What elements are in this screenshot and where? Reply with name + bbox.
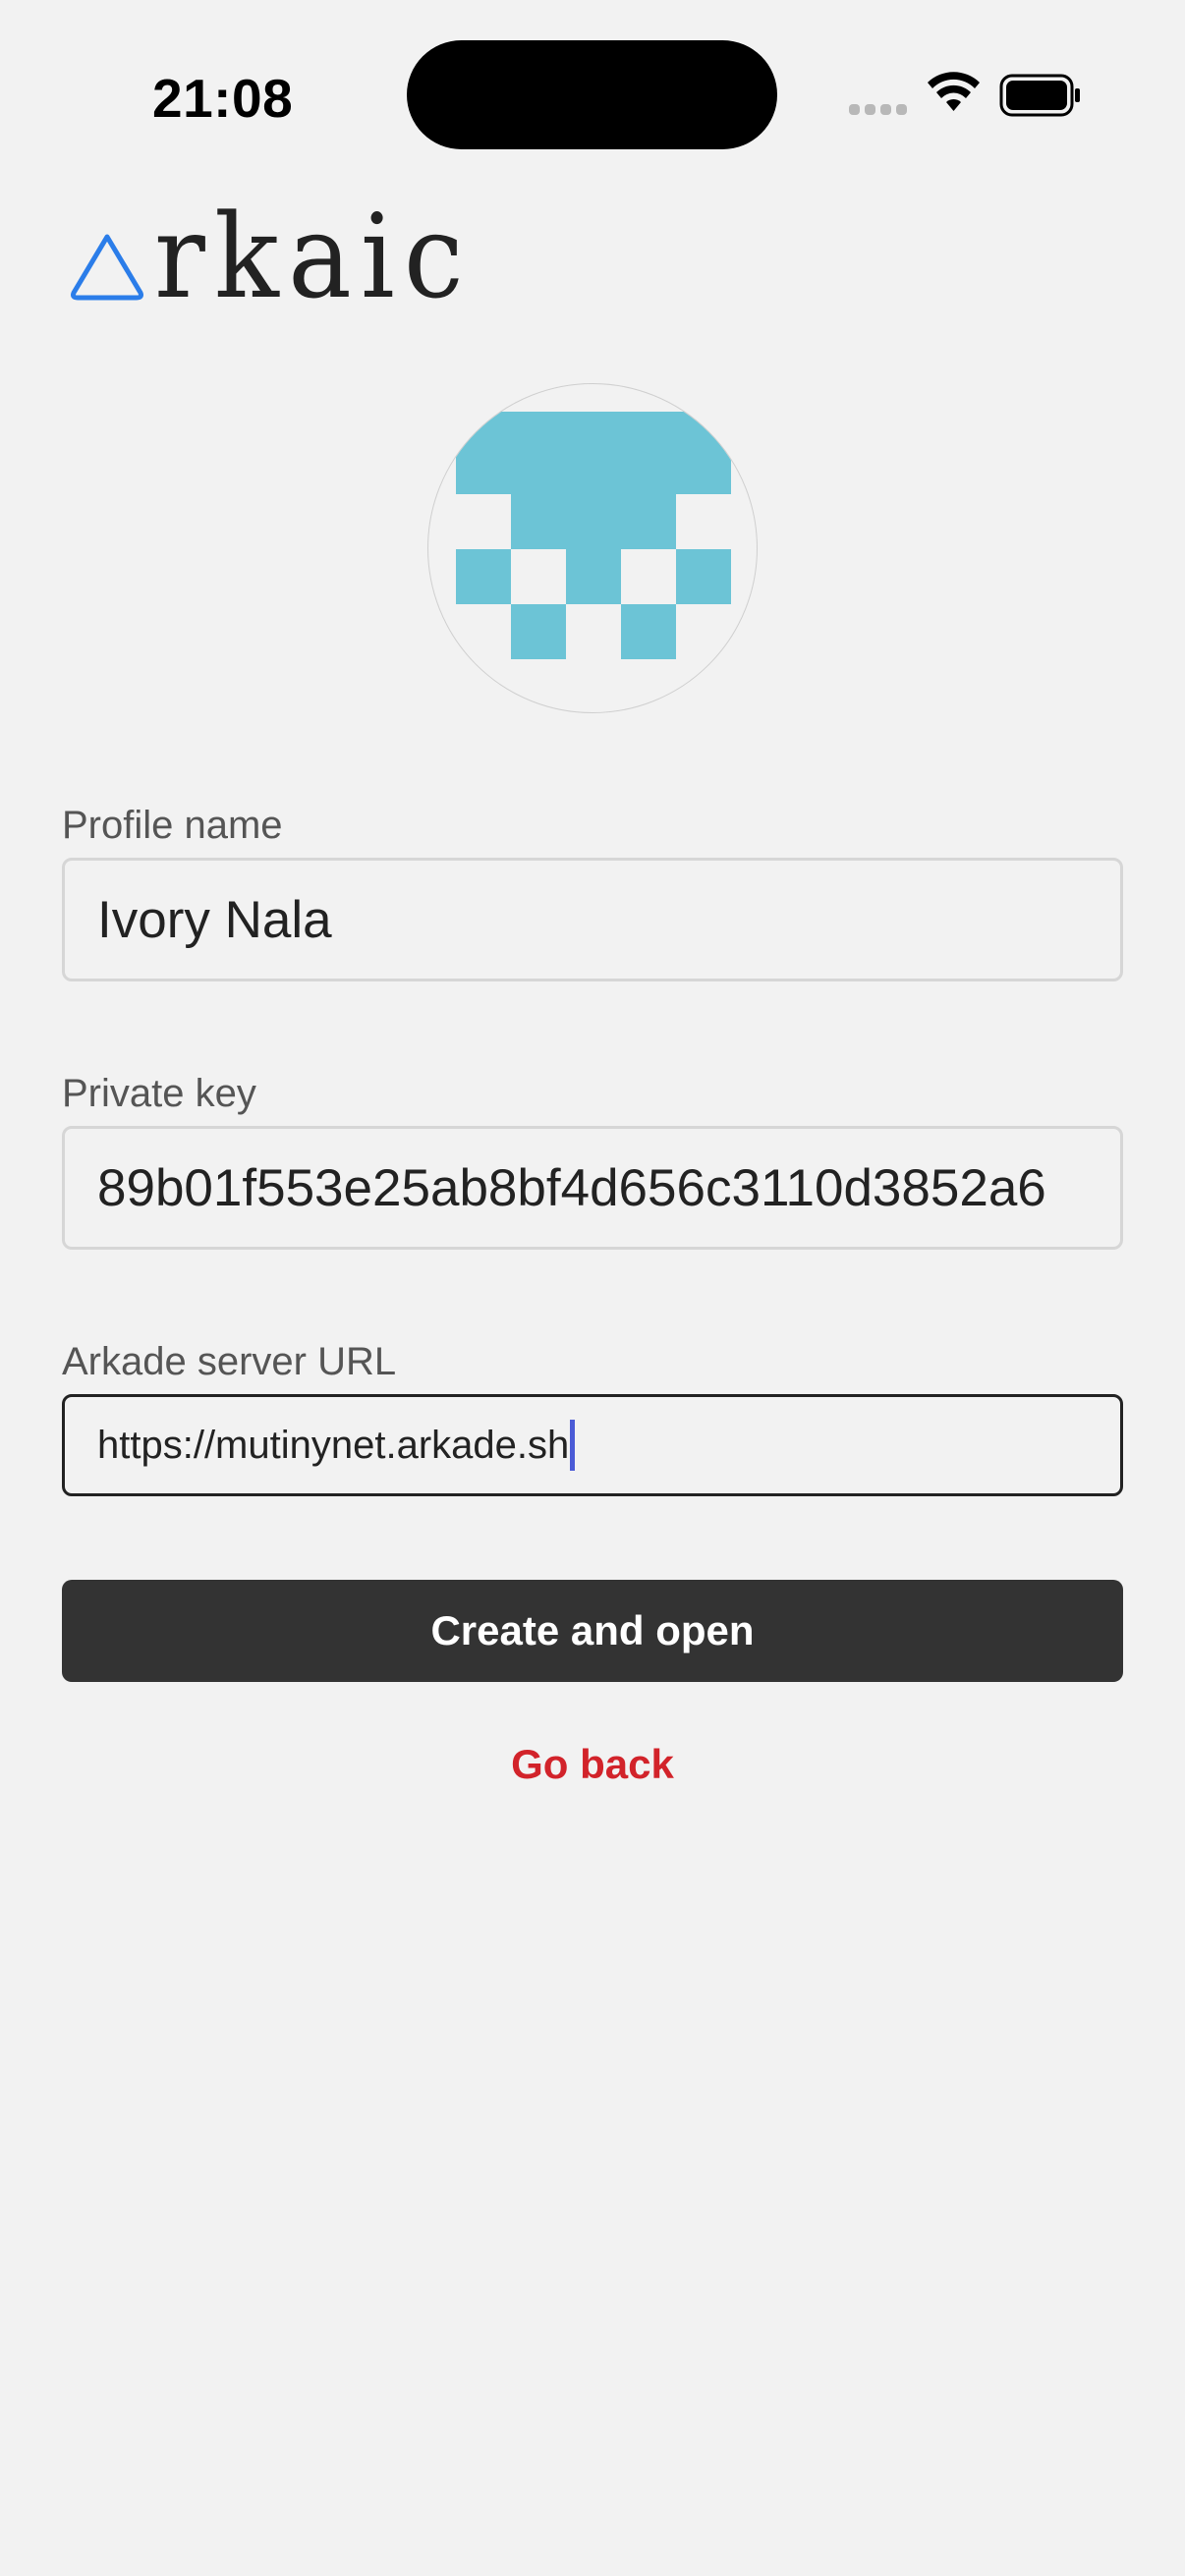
- avatar[interactable]: [427, 383, 758, 713]
- app-logo: rkaic: [68, 196, 500, 314]
- triangle-logo-icon: [71, 234, 143, 301]
- private-key-value: 89b01f553e25ab8bf4d656c3110d3852a6: [97, 1158, 1046, 1217]
- status-time: 21:08: [152, 68, 294, 129]
- private-key-input[interactable]: 89b01f553e25ab8bf4d656c3110d3852a6: [62, 1126, 1123, 1250]
- private-key-label: Private key: [62, 1072, 256, 1115]
- create-and-open-button[interactable]: Create and open: [62, 1580, 1123, 1682]
- server-url-input[interactable]: https://mutinynet.arkade.sh: [62, 1394, 1123, 1496]
- battery-icon: [999, 74, 1080, 117]
- logo-wordmark: rkaic: [154, 189, 473, 324]
- server-url-label: Arkade server URL: [62, 1340, 397, 1383]
- identicon-image: [456, 412, 731, 659]
- text-caret: [570, 1420, 576, 1471]
- profile-name-input[interactable]: Ivory Nala: [62, 858, 1123, 981]
- go-back-link[interactable]: Go back: [0, 1741, 1185, 1788]
- profile-name-label: Profile name: [62, 804, 283, 847]
- profile-name-value: Ivory Nala: [97, 890, 332, 949]
- server-url-value: https://mutinynet.arkade.sh: [97, 1423, 570, 1467]
- cellular-signal-icon: [849, 104, 907, 115]
- dynamic-island: [407, 40, 777, 149]
- wifi-icon: [928, 72, 980, 111]
